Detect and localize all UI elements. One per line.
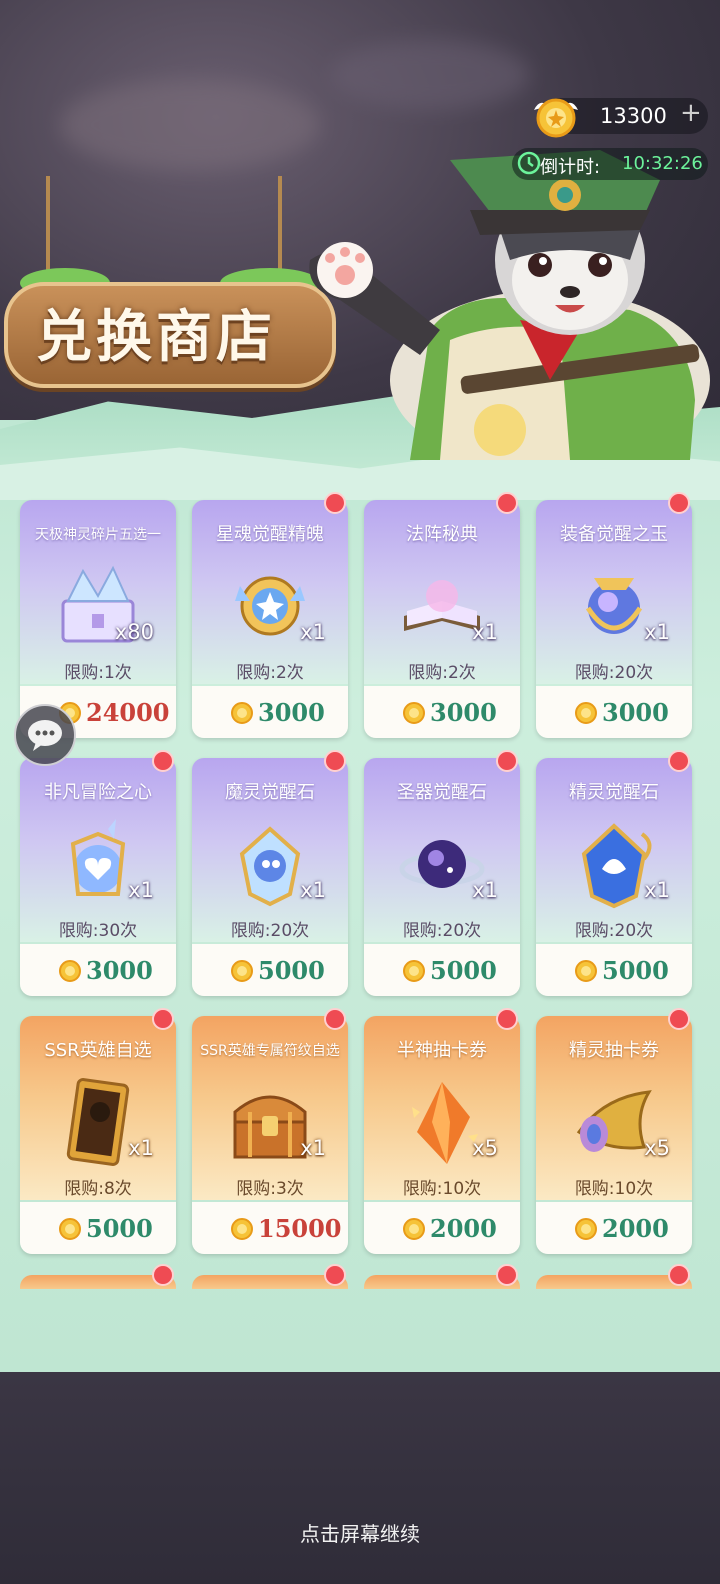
shop-item-card[interactable]: 半神抽卡券 x5 限购:10次 2000 xyxy=(364,1016,520,1254)
gold-coin-icon xyxy=(534,98,578,138)
item-price: 2000 xyxy=(602,1214,669,1243)
purchase-limit: 限购:1次 xyxy=(64,663,132,683)
item-name: 精灵抽卡券 xyxy=(569,1040,659,1061)
notification-badge xyxy=(152,1264,174,1286)
notification-badge xyxy=(324,1264,346,1286)
item-quantity: x1 xyxy=(128,1136,154,1160)
item-name: SSR英雄专属符纹自选 xyxy=(200,1043,340,1059)
item-quantity: x1 xyxy=(300,878,326,902)
item-quantity: x5 xyxy=(644,1136,670,1160)
shop-item-card[interactable]: 魔灵觉醒石 x1 限购:20次 5000 xyxy=(192,758,348,996)
gold-coin-icon xyxy=(574,701,598,725)
item-quantity: x1 xyxy=(644,878,670,902)
shop-item-card[interactable]: 法阵秘典 x1 限购:2次 3000 xyxy=(364,500,520,738)
item-name: SSR英雄自选 xyxy=(44,1040,152,1061)
item-price: 5000 xyxy=(430,956,497,985)
shop-item-card[interactable]: 精灵抽卡券 x5 限购:10次 2000 xyxy=(536,1016,692,1254)
item-price: 3000 xyxy=(430,698,497,727)
notification-badge xyxy=(324,1008,346,1030)
shop-item-card[interactable]: 装备觉醒之玉 x1 限购:20次 3000 xyxy=(536,500,692,738)
item-quantity: x1 xyxy=(472,878,498,902)
item-name: 星魂觉醒精魄 xyxy=(216,524,324,545)
item-price: 24000 xyxy=(86,698,170,727)
notification-badge xyxy=(152,750,174,772)
gold-coin-icon xyxy=(402,701,426,725)
shop-item-card[interactable]: 精灵觉醒石 x1 限购:20次 5000 xyxy=(536,758,692,996)
shop-item-card[interactable]: 天极神灵碎片五选一 x80 限购:1次 24000 xyxy=(20,500,176,738)
currency-amount: 13300 xyxy=(600,104,667,128)
item-quantity: x1 xyxy=(300,620,326,644)
shop-item-card[interactable]: 非凡冒险之心 x1 限购:30次 3000 xyxy=(20,758,176,996)
item-name: 法阵秘典 xyxy=(406,524,478,545)
add-currency-button[interactable]: + xyxy=(680,100,702,126)
shop-item-card[interactable]: SSR英雄专属符纹自选 x1 限购:3次 15000 xyxy=(192,1016,348,1254)
notification-badge xyxy=(496,1264,518,1286)
item-name: 天极神灵碎片五选一 xyxy=(35,527,161,543)
item-price: 3000 xyxy=(258,698,325,727)
notification-badge xyxy=(324,750,346,772)
purchase-limit: 限购:10次 xyxy=(574,1179,654,1199)
item-quantity: x1 xyxy=(644,620,670,644)
item-quantity: x1 xyxy=(128,878,154,902)
item-price: 5000 xyxy=(602,956,669,985)
item-name: 圣器觉醒石 xyxy=(397,782,487,803)
purchase-limit: 限购:10次 xyxy=(402,1179,482,1199)
item-name: 装备觉醒之玉 xyxy=(560,524,668,545)
purchase-limit: 限购:20次 xyxy=(574,921,654,941)
tap-to-continue[interactable]: 点击屏幕继续 xyxy=(0,1518,720,1547)
item-quantity: x1 xyxy=(472,620,498,644)
purchase-limit: 限购:20次 xyxy=(574,663,654,683)
gold-coin-icon xyxy=(402,1217,426,1241)
gold-coin-icon xyxy=(230,701,254,725)
purchase-limit: 限购:30次 xyxy=(58,921,138,941)
shop-item-card[interactable]: 圣器觉醒石 x1 限购:20次 5000 xyxy=(364,758,520,996)
purchase-limit: 限购:20次 xyxy=(402,921,482,941)
notification-badge xyxy=(496,1008,518,1030)
gold-coin-icon xyxy=(58,959,82,983)
chat-button[interactable] xyxy=(14,704,76,766)
notification-badge xyxy=(496,750,518,772)
clock-icon xyxy=(517,151,541,175)
purchase-limit: 限购:2次 xyxy=(236,663,304,683)
notification-badge xyxy=(496,492,518,514)
notification-badge xyxy=(668,1264,690,1286)
gold-coin-icon xyxy=(574,959,598,983)
notification-badge xyxy=(668,1008,690,1030)
purchase-limit: 限购:20次 xyxy=(230,921,310,941)
purchase-limit: 限购:2次 xyxy=(408,663,476,683)
shop-title: 兑换商店 xyxy=(36,305,276,370)
countdown-label: 倒计时: xyxy=(540,157,601,178)
notification-badge xyxy=(324,492,346,514)
item-price: 15000 xyxy=(258,1214,342,1243)
item-price: 5000 xyxy=(86,1214,153,1243)
item-price: 2000 xyxy=(430,1214,497,1243)
gold-coin-icon xyxy=(58,1217,82,1241)
purchase-limit: 限购:8次 xyxy=(64,1179,132,1199)
overlay-bottom xyxy=(0,1372,720,1584)
item-quantity: x1 xyxy=(300,1136,326,1160)
item-quantity: x5 xyxy=(472,1136,498,1160)
item-price: 5000 xyxy=(258,956,325,985)
gold-coin-icon xyxy=(574,1217,598,1241)
gold-coin-icon xyxy=(230,1217,254,1241)
notification-badge xyxy=(668,492,690,514)
background-blur xyxy=(330,40,530,110)
shop-item-card[interactable]: SSR英雄自选 x1 限购:8次 5000 xyxy=(20,1016,176,1254)
purchase-limit: 限购:3次 xyxy=(236,1179,304,1199)
notification-badge xyxy=(152,1008,174,1030)
countdown-value: 10:32:26 xyxy=(622,153,703,174)
item-name: 半神抽卡券 xyxy=(397,1040,487,1061)
item-name: 精灵觉醒石 xyxy=(569,782,659,803)
gold-coin-icon xyxy=(402,959,426,983)
item-price: 3000 xyxy=(86,956,153,985)
notification-badge xyxy=(668,750,690,772)
item-quantity: x80 xyxy=(114,620,154,644)
item-price: 3000 xyxy=(602,698,669,727)
item-name: 非凡冒险之心 xyxy=(44,782,152,803)
background-blur xyxy=(60,80,320,170)
chat-bubble-icon xyxy=(28,720,62,751)
gold-coin-icon xyxy=(230,959,254,983)
item-name: 魔灵觉醒石 xyxy=(225,782,315,803)
shop-item-card[interactable]: 星魂觉醒精魄 x1 限购:2次 3000 xyxy=(192,500,348,738)
